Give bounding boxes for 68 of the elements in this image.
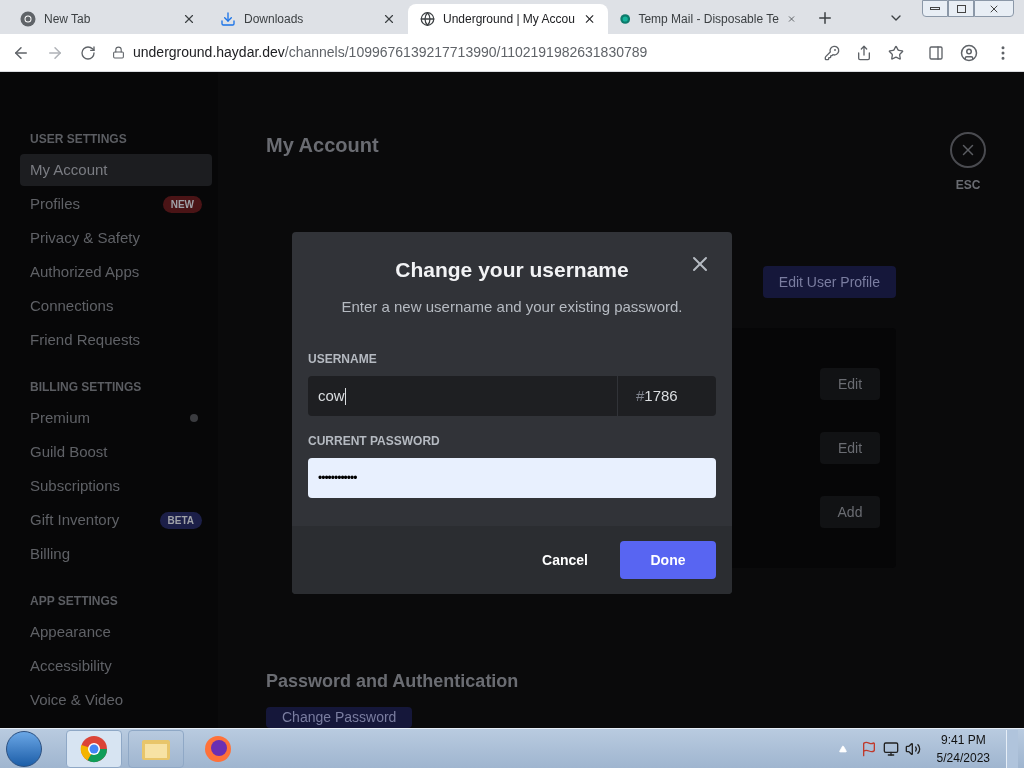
clock-date: 5/24/2023 — [936, 749, 990, 767]
bookmark-star-icon[interactable] — [888, 44, 904, 61]
lock-icon — [112, 46, 125, 59]
minimize-button[interactable] — [922, 0, 948, 17]
sidebar-item[interactable]: Gift Inventory BETA — [20, 504, 212, 536]
browser-tab[interactable]: Temp Mail - Disposable Te — [608, 4, 808, 34]
field-label: USERNAME — [308, 351, 378, 368]
esc-label: ESC — [955, 177, 981, 194]
reload-icon[interactable] — [80, 44, 96, 61]
new-tab-icon[interactable] — [816, 9, 834, 27]
start-button[interactable] — [6, 730, 42, 767]
sidebar-item[interactable]: Billing — [20, 538, 212, 570]
row-action-button[interactable]: Edit — [820, 432, 880, 464]
section-heading: BILLING SETTINGS — [29, 379, 143, 396]
field-label: CURRENT PASSWORD — [308, 433, 441, 450]
browser-tab[interactable]: New Tab — [8, 4, 208, 34]
tab-title: New Tab — [44, 11, 92, 28]
badge: BETA — [159, 511, 202, 529]
browser-tab[interactable]: Downloads — [208, 4, 408, 34]
chrome-logo-icon — [20, 11, 36, 27]
sidebar-item[interactable]: Appearance — [20, 616, 212, 648]
site-logo-icon — [620, 11, 631, 27]
sidebar-item[interactable]: Guild Boost — [20, 436, 212, 468]
row-action-button[interactable]: Add — [820, 496, 880, 528]
modal-subtitle: Enter a new username and your existing password. — [341, 296, 683, 317]
browser-tab[interactable]: Underground | My Accou — [408, 4, 608, 34]
clock-time: 9:41 PM — [940, 731, 986, 749]
download-icon — [220, 11, 236, 27]
url-text: underground.haydar.dev/channels/1099676139217713990/1102191982631830789 — [133, 43, 648, 62]
page-title: My Account — [266, 133, 379, 158]
sidebar-item[interactable]: Voice & Video — [20, 684, 212, 716]
network-icon[interactable] — [882, 740, 899, 757]
taskbar-browser-icon[interactable] — [66, 729, 122, 768]
close-icon[interactable] — [182, 12, 196, 26]
change-password-button[interactable]: Change Password — [266, 707, 413, 728]
sidebar-item[interactable]: Connections — [20, 290, 212, 322]
section-heading: APP SETTINGS — [29, 593, 119, 610]
profile-icon[interactable] — [960, 43, 978, 62]
cancel-button[interactable]: Cancel — [518, 541, 612, 579]
globe-icon — [420, 11, 435, 27]
row-action-button[interactable]: Edit — [820, 368, 880, 400]
sidebar-item[interactable]: Premium — [20, 402, 212, 434]
share-icon[interactable] — [856, 44, 872, 61]
tab-title: Downloads — [244, 11, 305, 28]
section-title: Password and Authentication — [266, 670, 519, 693]
done-button[interactable]: Done — [620, 541, 716, 579]
modal-title: Change your username — [395, 257, 629, 283]
sidebar-item[interactable]: Accessibility — [20, 650, 212, 682]
key-icon[interactable] — [824, 44, 840, 61]
sidebar-item[interactable]: My Account — [20, 154, 212, 186]
discriminator: #1786 — [635, 385, 679, 406]
flag-icon[interactable] — [860, 740, 877, 757]
badge: NEW — [162, 195, 202, 213]
restore-button[interactable] — [948, 0, 974, 17]
tab-title: Underground | My Accou — [443, 11, 575, 28]
sidebar-item[interactable]: Authorized Apps — [20, 256, 212, 288]
side-panel-icon[interactable] — [928, 44, 944, 61]
username-field[interactable]: cow #1786 — [308, 376, 716, 416]
sidebar-item[interactable]: Friend Requests — [20, 324, 212, 356]
password-field[interactable]: •••••••••••• — [308, 458, 716, 498]
tab-title: Temp Mail - Disposable Te — [638, 11, 779, 28]
sidebar-item[interactable]: Profiles NEW — [20, 188, 212, 220]
sidebar-item[interactable]: Privacy & Safety — [20, 222, 212, 254]
speaker-icon[interactable] — [904, 740, 921, 757]
close-icon[interactable] — [382, 12, 396, 26]
edit-profile-button[interactable]: Edit User Profile — [762, 266, 896, 298]
section-heading: USER SETTINGS — [29, 131, 128, 148]
sidebar-item[interactable]: Subscriptions — [20, 470, 212, 502]
